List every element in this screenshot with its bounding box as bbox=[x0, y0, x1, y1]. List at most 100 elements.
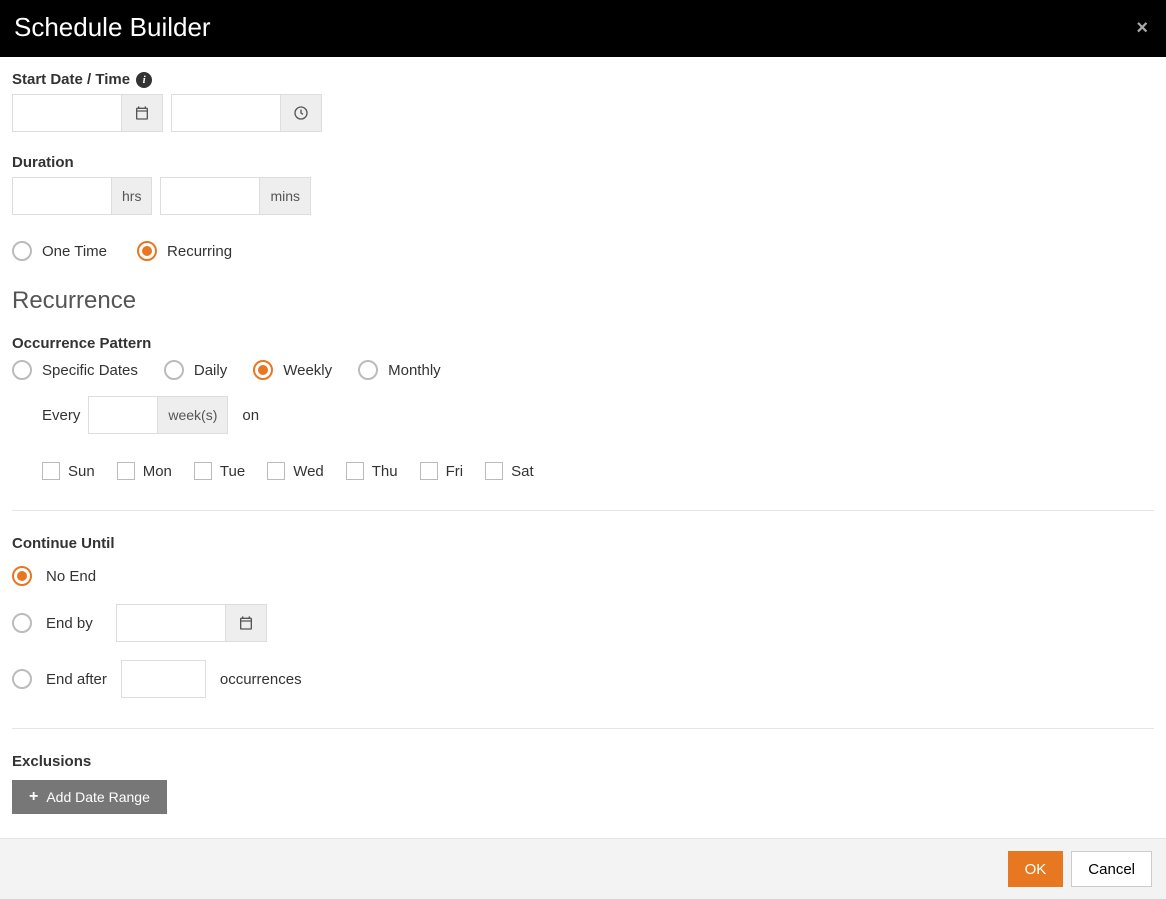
day-label: Fri bbox=[446, 463, 464, 480]
checkbox-icon bbox=[267, 462, 285, 480]
weeks-suffix: week(s) bbox=[158, 396, 228, 434]
recurrence-heading: Recurrence bbox=[12, 287, 1154, 315]
radio-specific-dates[interactable]: Specific Dates bbox=[12, 360, 138, 380]
continue-list: No End End by End after occurrences bbox=[12, 566, 1154, 698]
day-label: Sun bbox=[68, 463, 95, 480]
radio-recurring[interactable]: Recurring bbox=[137, 241, 232, 261]
radio-icon bbox=[137, 241, 157, 261]
start-time-input[interactable] bbox=[171, 94, 281, 132]
end-by-date-group bbox=[116, 604, 267, 642]
day-label: Wed bbox=[293, 463, 324, 480]
modal-footer: OK Cancel bbox=[0, 838, 1166, 899]
clock-icon[interactable] bbox=[281, 94, 322, 132]
hours-input[interactable] bbox=[12, 177, 112, 215]
checkbox-icon bbox=[420, 462, 438, 480]
exclusions-label: Exclusions bbox=[12, 753, 1154, 770]
continue-until-label: Continue Until bbox=[12, 535, 1154, 552]
frequency-row: One Time Recurring bbox=[12, 241, 1154, 261]
start-date-time-label: Start Date / Time i bbox=[12, 71, 1154, 88]
checkbox-icon bbox=[194, 462, 212, 480]
info-icon[interactable]: i bbox=[136, 72, 152, 88]
checkbox-sun[interactable]: Sun bbox=[42, 462, 95, 480]
radio-icon bbox=[164, 360, 184, 380]
checkbox-thu[interactable]: Thu bbox=[346, 462, 398, 480]
plus-icon: + bbox=[29, 788, 38, 806]
checkbox-tue[interactable]: Tue bbox=[194, 462, 245, 480]
add-date-range-button[interactable]: + Add Date Range bbox=[12, 780, 167, 814]
mins-group: mins bbox=[160, 177, 311, 215]
hrs-suffix: hrs bbox=[112, 177, 152, 215]
calendar-icon[interactable] bbox=[226, 604, 267, 642]
modal-title: Schedule Builder bbox=[14, 12, 211, 43]
mins-suffix: mins bbox=[260, 177, 311, 215]
divider bbox=[12, 510, 1154, 511]
day-label: Tue bbox=[220, 463, 245, 480]
modal-body: Start Date / Time i Duration hrs bbox=[0, 57, 1166, 838]
checkbox-sat[interactable]: Sat bbox=[485, 462, 534, 480]
button-label: Cancel bbox=[1088, 861, 1135, 878]
radio-icon bbox=[12, 360, 32, 380]
radio-label: End after bbox=[46, 671, 107, 688]
start-date-input[interactable] bbox=[12, 94, 122, 132]
radio-label: One Time bbox=[42, 243, 107, 260]
divider bbox=[12, 728, 1154, 729]
radio-end-by[interactable]: End by bbox=[12, 604, 1154, 642]
end-by-date-input[interactable] bbox=[116, 604, 226, 642]
button-label: Add Date Range bbox=[46, 789, 150, 805]
radio-icon bbox=[358, 360, 378, 380]
radio-label: End by bbox=[46, 615, 102, 632]
pattern-row: Specific Dates Daily Weekly Monthly bbox=[12, 360, 1154, 380]
checkbox-icon bbox=[485, 462, 503, 480]
modal-header: Schedule Builder × bbox=[0, 0, 1166, 57]
start-time-group bbox=[171, 94, 322, 132]
day-label: Mon bbox=[143, 463, 172, 480]
radio-label: Daily bbox=[194, 362, 227, 379]
radio-icon bbox=[12, 613, 32, 633]
checkbox-icon bbox=[346, 462, 364, 480]
weekly-interval-group: week(s) bbox=[88, 396, 228, 434]
end-after-count-input[interactable] bbox=[121, 660, 206, 698]
calendar-icon[interactable] bbox=[122, 94, 163, 132]
start-date-group bbox=[12, 94, 163, 132]
radio-no-end[interactable]: No End bbox=[12, 566, 1154, 586]
on-label: on bbox=[242, 407, 259, 424]
day-label: Sat bbox=[511, 463, 534, 480]
checkbox-mon[interactable]: Mon bbox=[117, 462, 172, 480]
every-label: Every bbox=[42, 407, 80, 424]
start-label-text: Start Date / Time bbox=[12, 71, 130, 88]
weekly-interval-input[interactable] bbox=[88, 396, 158, 434]
radio-one-time[interactable]: One Time bbox=[12, 241, 107, 261]
days-row: Sun Mon Tue Wed Thu Fri Sat bbox=[42, 462, 1154, 480]
radio-icon bbox=[12, 241, 32, 261]
radio-icon bbox=[12, 566, 32, 586]
hrs-group: hrs bbox=[12, 177, 152, 215]
radio-label: Specific Dates bbox=[42, 362, 138, 379]
radio-end-after[interactable]: End after occurrences bbox=[12, 660, 1154, 698]
start-row bbox=[12, 94, 1154, 132]
ok-button[interactable]: OK bbox=[1008, 851, 1064, 887]
occurrence-pattern-label: Occurrence Pattern bbox=[12, 335, 1154, 352]
checkbox-wed[interactable]: Wed bbox=[267, 462, 324, 480]
radio-label: Weekly bbox=[283, 362, 332, 379]
radio-weekly[interactable]: Weekly bbox=[253, 360, 332, 380]
radio-icon bbox=[253, 360, 273, 380]
radio-label: No End bbox=[46, 568, 96, 585]
radio-monthly[interactable]: Monthly bbox=[358, 360, 441, 380]
day-label: Thu bbox=[372, 463, 398, 480]
duration-row: hrs mins bbox=[12, 177, 1154, 215]
radio-daily[interactable]: Daily bbox=[164, 360, 227, 380]
occurrences-label: occurrences bbox=[220, 671, 302, 688]
checkbox-icon bbox=[117, 462, 135, 480]
minutes-input[interactable] bbox=[160, 177, 260, 215]
button-label: OK bbox=[1025, 861, 1047, 878]
cancel-button[interactable]: Cancel bbox=[1071, 851, 1152, 887]
weekly-every-row: Every week(s) on bbox=[42, 396, 1154, 434]
radio-label: Recurring bbox=[167, 243, 232, 260]
schedule-builder-modal: Schedule Builder × Start Date / Time i bbox=[0, 0, 1166, 899]
radio-icon bbox=[12, 669, 32, 689]
close-icon[interactable]: × bbox=[1136, 18, 1148, 38]
checkbox-icon bbox=[42, 462, 60, 480]
checkbox-fri[interactable]: Fri bbox=[420, 462, 464, 480]
radio-label: Monthly bbox=[388, 362, 441, 379]
duration-label: Duration bbox=[12, 154, 1154, 171]
